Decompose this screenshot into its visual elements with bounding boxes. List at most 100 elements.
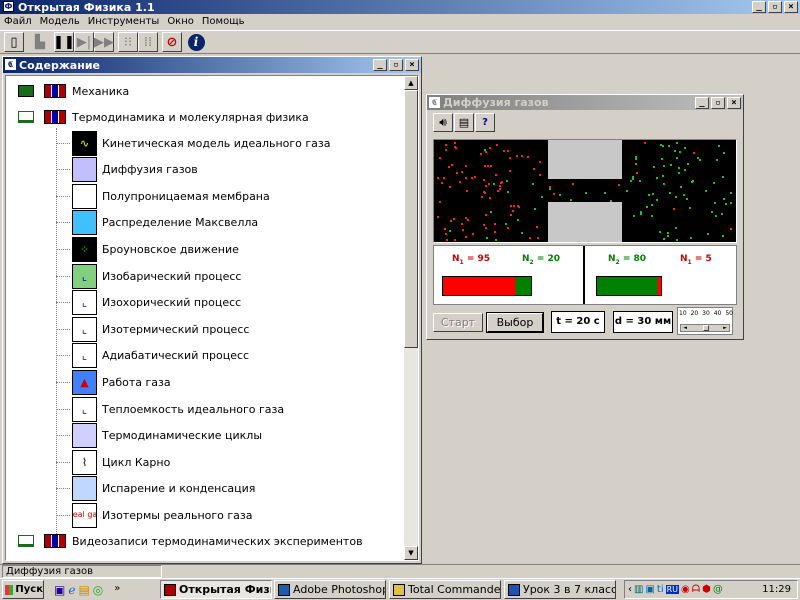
distance-slider[interactable]: 10 20 30 40 50 ◄ ► bbox=[677, 307, 733, 335]
mute-sound-icon[interactable]: ⊘ bbox=[162, 32, 182, 52]
gas-particle bbox=[489, 147, 492, 150]
scroll-thumb[interactable] bbox=[404, 90, 418, 348]
slider-track[interactable]: ◄ ► bbox=[680, 324, 730, 332]
gas-particle bbox=[663, 164, 666, 167]
diffusion-close-button[interactable]: × bbox=[727, 96, 741, 109]
task-word-document[interactable]: Урок 3 в 7 классе - М... bbox=[504, 580, 616, 599]
browser-icon[interactable]: ℯ bbox=[68, 583, 75, 597]
start-menu-button[interactable]: Пуск bbox=[2, 580, 44, 599]
tree-connector bbox=[56, 461, 70, 463]
gas-particle bbox=[539, 173, 542, 176]
slider-right-arrow[interactable]: ► bbox=[721, 325, 729, 331]
subtopic-item[interactable]: ⌞ Изохорический процесс bbox=[56, 290, 241, 316]
tray-monitor-icon[interactable]: ▣ bbox=[645, 584, 654, 595]
status-bar: Диффузия газов bbox=[0, 564, 800, 578]
slider-left-arrow[interactable]: ◄ bbox=[681, 325, 689, 331]
gas-particle bbox=[508, 157, 511, 160]
menu-model[interactable]: Модель bbox=[36, 14, 84, 30]
tray-language-indicator[interactable]: RU bbox=[665, 585, 680, 594]
contents-minimize-button[interactable]: _ bbox=[373, 59, 387, 71]
show-desktop-icon[interactable]: ▣ bbox=[54, 583, 65, 597]
gas-particle bbox=[494, 230, 497, 233]
tray-network-icon[interactable]: ▥ bbox=[634, 584, 643, 595]
image-icon[interactable]: ▙ bbox=[30, 32, 50, 52]
contents-scrollbar[interactable]: ▲ ▼ bbox=[404, 76, 418, 560]
maximize-button[interactable]: ▫ bbox=[768, 1, 782, 13]
gas-particle bbox=[645, 206, 648, 209]
menu-file[interactable]: Файл bbox=[0, 14, 36, 30]
subtopic-item[interactable]: ⌞ Изотермический процесс bbox=[56, 316, 249, 342]
task-total-commander[interactable]: Total Commander 6.5... bbox=[389, 580, 501, 599]
tray-mail-icon[interactable]: @ bbox=[713, 584, 723, 595]
tray-arrow-icon[interactable]: ‹ bbox=[628, 584, 632, 595]
task-photoshop[interactable]: Adobe Photoshop bbox=[274, 580, 386, 599]
start-button[interactable]: Старт bbox=[433, 313, 483, 332]
step-icon[interactable]: ▶| bbox=[74, 32, 94, 52]
minimize-button[interactable]: _ bbox=[752, 1, 766, 13]
subtopic-item[interactable]: Диффузия газов bbox=[56, 157, 198, 183]
subtopic-item[interactable]: ⌞ Теплоемкость идеального газа bbox=[56, 396, 284, 422]
left-red-fill bbox=[443, 277, 517, 295]
subtopic-item[interactable]: ▲ Работа газа bbox=[56, 369, 171, 395]
subtopic-item[interactable]: Распределение Максвелла bbox=[56, 210, 258, 236]
info-icon[interactable]: i bbox=[186, 32, 206, 52]
left-n1-label: N1 = 95 bbox=[452, 254, 491, 266]
subtopic-item[interactable]: ⌞ Адиабатический процесс bbox=[56, 343, 249, 369]
gas-particle bbox=[655, 176, 658, 179]
windows-logo-icon bbox=[5, 584, 14, 595]
scroll-up-button[interactable]: ▲ bbox=[404, 76, 418, 90]
close-button[interactable]: × bbox=[784, 1, 798, 13]
subtopic-item[interactable]: Термодинамические циклы bbox=[56, 423, 262, 449]
menu-help[interactable]: Помощь bbox=[198, 14, 249, 30]
gas-particle bbox=[729, 201, 732, 204]
gas-particle bbox=[632, 214, 635, 217]
subtopic-item[interactable]: ⌞ Изобарический процесс bbox=[56, 263, 241, 289]
topic-video[interactable]: Видеозаписи термодинамических эксперимен… bbox=[18, 528, 363, 554]
subtopic-item[interactable]: Испарение и конденсация bbox=[56, 476, 255, 502]
help-icon[interactable]: ? bbox=[475, 113, 495, 132]
gas-work-icon: ▲ bbox=[72, 369, 97, 395]
sound-icon[interactable]: 🔊︎ bbox=[433, 113, 453, 132]
tray-shield-icon[interactable]: ⬢ bbox=[702, 584, 711, 595]
tray-acrobat-icon[interactable]: ᗩ bbox=[692, 584, 700, 595]
contents-maximize-button[interactable]: ▫ bbox=[389, 59, 403, 71]
gas-particle bbox=[729, 192, 732, 195]
gas-particle bbox=[721, 212, 724, 215]
task-open-physics[interactable]: Открытая Физика ... bbox=[160, 580, 272, 599]
more-chevron-icon[interactable]: » bbox=[114, 583, 120, 597]
choose-button[interactable]: Выбор bbox=[486, 312, 544, 333]
topic-label: Механика bbox=[72, 84, 130, 98]
media-player-icon[interactable]: ◎ bbox=[93, 583, 103, 597]
subtopic-item[interactable]: Полупроницаемая мембрана bbox=[56, 183, 270, 209]
fast-forward-icon[interactable]: ▶▶ bbox=[94, 32, 114, 52]
gas-particle bbox=[450, 163, 453, 166]
contents-close-button[interactable]: × bbox=[405, 59, 419, 71]
subtopic-item[interactable]: ∿ Кинетическая модель идеального газа bbox=[56, 130, 331, 156]
gas-particle bbox=[487, 182, 490, 185]
menu-tools[interactable]: Инструменты bbox=[84, 14, 164, 30]
frame-back-icon[interactable]: ⁝⁝ bbox=[118, 32, 138, 52]
tray-antivirus-icon[interactable]: ◉ bbox=[681, 584, 690, 595]
diffusion-title-bar: 𝕮 Диффузия газов _ ▫ × bbox=[427, 95, 743, 110]
slider-thumb[interactable] bbox=[703, 325, 709, 331]
tray-tc-icon[interactable]: ti bbox=[657, 584, 664, 595]
explorer-icon[interactable]: ▤ bbox=[78, 583, 89, 597]
book-icon[interactable]: ▯ bbox=[4, 32, 24, 52]
pause-icon[interactable]: ❚❚ bbox=[53, 32, 75, 52]
gas-particle bbox=[454, 238, 457, 241]
menu-window[interactable]: Окно bbox=[163, 14, 198, 30]
diffusion-maximize-button[interactable]: ▫ bbox=[711, 96, 725, 109]
document-icon[interactable]: ▤ bbox=[454, 113, 474, 132]
diffusion-minimize-button[interactable]: _ bbox=[695, 96, 709, 109]
gas-particle bbox=[669, 191, 672, 194]
topic-mechanics[interactable]: Механика bbox=[18, 78, 129, 104]
gas-particle bbox=[683, 169, 686, 172]
gas-particle bbox=[689, 206, 692, 209]
subtopic-item[interactable]: ⁘ Броуновское движение bbox=[56, 236, 239, 262]
topic-thermodynamics[interactable]: Термодинамика и молекулярная физика bbox=[18, 104, 309, 130]
frame-forward-icon[interactable]: ⁞⁞ bbox=[138, 32, 158, 52]
scroll-down-button[interactable]: ▼ bbox=[404, 546, 418, 560]
subtopic-item[interactable]: ⌇ Цикл Карно bbox=[56, 449, 170, 475]
subtopic-item[interactable]: Real gas Изотермы реального газа bbox=[56, 502, 253, 528]
gas-particle bbox=[635, 171, 638, 174]
